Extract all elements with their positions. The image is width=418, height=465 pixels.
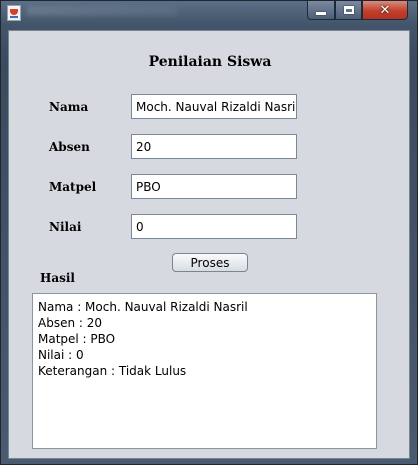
absen-label: Absen [49, 140, 90, 154]
java-app-icon[interactable] [7, 5, 21, 21]
nilai-field[interactable] [131, 214, 297, 239]
matpel-field[interactable] [131, 174, 297, 199]
result-textarea[interactable]: Nama : Moch. Nauval Rizaldi Nasril Absen… [32, 293, 377, 449]
window-title-blurred [27, 6, 177, 16]
proses-button[interactable]: Proses [172, 253, 248, 272]
absen-field[interactable] [131, 134, 297, 159]
minimize-icon [316, 11, 326, 15]
close-button[interactable]: ✕ [362, 1, 408, 20]
form-heading: Penilaian Siswa [148, 54, 272, 70]
maximize-icon [343, 6, 354, 14]
close-icon: ✕ [379, 2, 391, 18]
result-line-matpel: Matpel : PBO [38, 332, 116, 346]
form-panel: Penilaian Siswa Nama Absen Matpel Nilai … [8, 30, 410, 459]
result-line-nilai: Nilai : 0 [38, 348, 84, 362]
result-line-keterangan: Keterangan : Tidak Lulus [38, 364, 187, 378]
nama-field[interactable] [131, 94, 297, 119]
title-bar[interactable]: ✕ [1, 1, 417, 25]
minimize-button[interactable] [307, 1, 335, 20]
matpel-label: Matpel [49, 180, 97, 194]
app-window: ✕ Penilaian Siswa Nama Absen Matpel Nila… [0, 0, 418, 465]
result-line-nama: Nama : Moch. Nauval Rizaldi Nasril [38, 300, 248, 314]
hasil-label: Hasil [40, 271, 75, 285]
nama-label: Nama [49, 100, 89, 114]
nilai-label: Nilai [49, 220, 82, 234]
result-line-absen: Absen : 20 [38, 316, 103, 330]
maximize-button[interactable] [335, 1, 362, 20]
